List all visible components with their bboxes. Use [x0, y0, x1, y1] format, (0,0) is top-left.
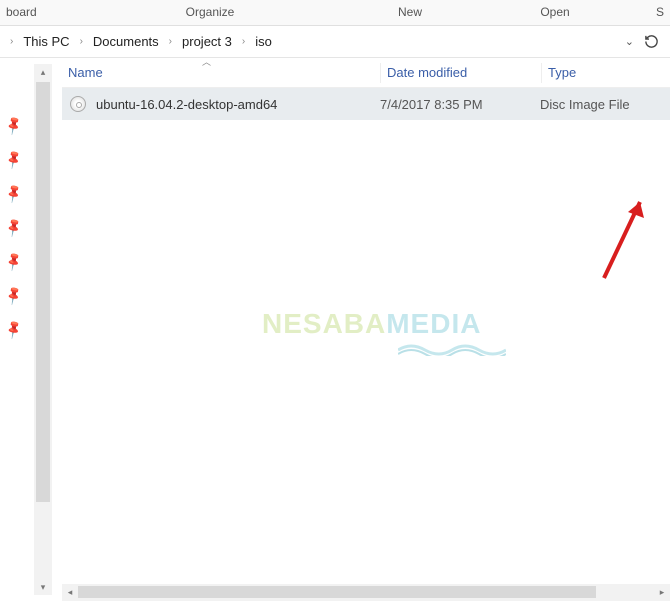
watermark: NESABAMEDIA — [262, 308, 481, 340]
annotation-arrow-icon — [594, 188, 654, 288]
horizontal-scrollbar[interactable]: ◂ ▸ — [62, 584, 670, 601]
ribbon-tab-select[interactable]: S — [630, 0, 670, 25]
file-name: ubuntu-16.04.2-desktop-amd64 — [96, 97, 380, 112]
scroll-up-icon[interactable]: ▴ — [34, 64, 52, 80]
column-header-name[interactable]: Name ︿ — [62, 65, 380, 80]
pin-icon: 📌 — [3, 115, 25, 137]
column-headers: Name ︿ Date modified Type — [62, 58, 670, 88]
ribbon-tab-open[interactable]: Open — [480, 0, 630, 25]
pin-icon: 📌 — [3, 285, 25, 307]
sort-ascending-icon: ︿ — [202, 55, 211, 68]
scroll-thumb[interactable] — [36, 82, 50, 502]
address-bar: › This PC › Documents › project 3 › iso … — [0, 26, 670, 58]
pin-icon: 📌 — [3, 149, 25, 171]
breadcrumb-iso[interactable]: iso — [251, 32, 276, 51]
disc-image-icon — [68, 94, 88, 114]
chevron-right-icon[interactable]: › — [240, 36, 247, 47]
scroll-thumb[interactable] — [78, 586, 596, 598]
pin-icon: 📌 — [3, 251, 25, 273]
quick-access-pins: 📌 📌 📌 📌 📌 📌 📌 — [0, 58, 28, 601]
pin-icon: 📌 — [3, 319, 25, 341]
nav-pane-edge: 📌 📌 📌 📌 📌 📌 📌 ▴ ▾ — [0, 58, 62, 601]
scroll-down-icon[interactable]: ▾ — [34, 579, 52, 595]
breadcrumb-documents[interactable]: Documents — [89, 32, 163, 51]
file-list-pane: Name ︿ Date modified Type ubuntu-16.04.2… — [62, 58, 670, 601]
breadcrumb-project3[interactable]: project 3 — [178, 32, 236, 51]
file-type: Disc Image File — [540, 97, 670, 112]
scroll-track[interactable] — [78, 584, 654, 601]
column-header-label: Type — [548, 65, 576, 80]
nav-vertical-scrollbar[interactable]: ▴ ▾ — [34, 64, 52, 595]
watermark-wave-icon — [398, 342, 506, 356]
watermark-text: MEDIA — [386, 308, 481, 339]
ribbon: board Organize New Open S — [0, 0, 670, 26]
refresh-icon — [644, 34, 659, 49]
column-header-label: Name — [68, 65, 103, 80]
column-header-label: Date modified — [387, 65, 467, 80]
pin-icon: 📌 — [3, 217, 25, 239]
ribbon-tab-organize[interactable]: Organize — [80, 0, 340, 25]
column-header-type[interactable]: Type — [542, 65, 670, 80]
file-date: 7/4/2017 8:35 PM — [380, 97, 540, 112]
main-area: 📌 📌 📌 📌 📌 📌 📌 ▴ ▾ Name ︿ Date modified — [0, 58, 670, 601]
pin-icon: 📌 — [3, 183, 25, 205]
chevron-right-icon[interactable]: › — [167, 36, 174, 47]
chevron-right-icon[interactable]: › — [78, 36, 85, 47]
breadcrumb-this-pc[interactable]: This PC — [19, 32, 73, 51]
ribbon-tab-new[interactable]: New — [340, 0, 480, 25]
breadcrumb[interactable]: › This PC › Documents › project 3 › iso — [8, 32, 619, 51]
watermark-text: NESABA — [262, 308, 386, 339]
address-dropdown-icon[interactable]: ⌄ — [619, 35, 640, 48]
file-row[interactable]: ubuntu-16.04.2-desktop-amd64 7/4/2017 8:… — [62, 88, 670, 120]
ribbon-tab-clipboard[interactable]: board — [0, 0, 80, 25]
refresh-button[interactable] — [640, 31, 662, 53]
column-header-date[interactable]: Date modified — [381, 65, 541, 80]
scroll-right-icon[interactable]: ▸ — [654, 587, 670, 598]
chevron-right-icon[interactable]: › — [8, 36, 15, 47]
scroll-left-icon[interactable]: ◂ — [62, 587, 78, 598]
